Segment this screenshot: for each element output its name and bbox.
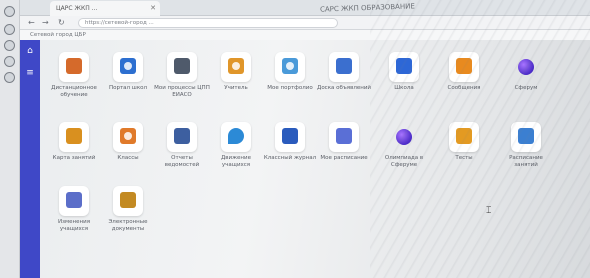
tile-school-portal[interactable]: Портал школ — [98, 52, 158, 114]
reload-icon[interactable]: ↻ — [58, 18, 65, 27]
tile-olympiad-sferum[interactable]: Олимпиада в Сферуме — [374, 122, 434, 184]
group-icon — [113, 122, 143, 152]
mouse-cursor-icon: ⌶ — [486, 206, 492, 216]
tile-lesson-schedule[interactable]: Расписание занятий — [496, 122, 556, 184]
tab-title: ЦАРС ЖКП ... — [56, 5, 98, 12]
tile-electronic-documents[interactable]: Электронные документы — [98, 186, 158, 248]
test-icon — [449, 122, 479, 152]
monitor-icon — [59, 52, 89, 82]
tile-label: Классный журнал — [263, 155, 317, 161]
tile-label: Электронные документы — [108, 219, 148, 232]
tile-label: Школа — [394, 85, 414, 91]
tile-student-changes[interactable]: Изменения учащихся — [44, 186, 104, 248]
tile-label: Сообщения — [447, 85, 481, 91]
tile-student-movement[interactable]: Движение учащихся — [206, 122, 266, 184]
tile-distance-learning[interactable]: Дистанционное обучение — [44, 52, 104, 114]
desktop-icon — [389, 52, 419, 82]
browser-tab[interactable]: ЦАРС ЖКП ... ✕ — [50, 1, 160, 16]
tile-class-map[interactable]: Карта занятий — [44, 122, 104, 184]
tile-sferum[interactable]: Сферум — [496, 52, 556, 114]
tile-bulletin-board[interactable]: Доска объявлений — [314, 52, 374, 114]
tile-label: Сферум — [514, 85, 538, 91]
tile-tests[interactable]: Тесты — [434, 122, 494, 184]
message-icon — [449, 52, 479, 82]
laptop-icon — [167, 52, 197, 82]
megaphone-icon — [329, 52, 359, 82]
location-pin-icon — [221, 122, 251, 152]
document-icon — [113, 186, 143, 216]
tile-label: Мое портфолио — [267, 85, 313, 91]
tile-label: Движение учащихся — [220, 155, 251, 168]
tile-label: Расписание занятий — [509, 155, 543, 168]
app-icon[interactable] — [4, 40, 15, 51]
tile-my-schedule[interactable]: Мое расписание — [314, 122, 374, 184]
teacher-icon — [221, 52, 251, 82]
back-icon[interactable]: ← — [28, 18, 35, 27]
tile-label: Олимпиада в Сферуме — [384, 155, 424, 168]
tile-label: Отчеты ведомостей — [164, 155, 200, 168]
tile-class-journal[interactable]: Классный журнал — [260, 122, 320, 184]
journal-icon — [275, 122, 305, 152]
tile-label: Изменения учащихся — [57, 219, 91, 232]
settings-icon[interactable] — [4, 56, 15, 67]
sferum-orb-icon — [511, 52, 541, 82]
tile-label: Карта занятий — [52, 155, 96, 161]
address-bar[interactable]: https://сетевой-город ... — [78, 18, 338, 28]
tile-school[interactable]: Школа — [374, 52, 434, 114]
chart-icon — [59, 186, 89, 216]
os-taskbar — [0, 0, 20, 278]
tile-label: Мои процессы ЦПП ЕИАСО — [154, 85, 210, 98]
tile-classes[interactable]: Классы — [98, 122, 158, 184]
user-icon[interactable] — [4, 6, 15, 17]
tile-teacher[interactable]: Учитель — [206, 52, 266, 114]
browser-tab-bar: ЦАРС ЖКП ... ✕ САРС ЖКП ОБРАЗОВАНИЕ — [20, 0, 590, 16]
folder-icon[interactable] — [4, 72, 15, 83]
forward-icon[interactable]: → — [42, 18, 49, 27]
bookmarks-bar[interactable]: Сетевой город ЦБР — [20, 30, 590, 40]
sferum-orb-icon — [389, 122, 419, 152]
desktop-screen: ЦАРС ЖКП ... ✕ САРС ЖКП ОБРАЗОВАНИЕ ← → … — [0, 0, 590, 278]
tile-reports[interactable]: Отчеты ведомостей — [152, 122, 212, 184]
close-icon[interactable]: ✕ — [150, 4, 156, 12]
portfolio-icon — [275, 52, 305, 82]
tile-portfolio[interactable]: Мое портфолио — [260, 52, 320, 114]
tile-my-processes[interactable]: Мои процессы ЦПП ЕИАСО — [152, 52, 212, 114]
menu-icon[interactable]: ≡ — [25, 68, 35, 78]
tile-label: Классы — [117, 155, 139, 161]
tile-label: Доска объявлений — [317, 85, 371, 91]
clock-icon[interactable] — [4, 24, 15, 35]
calendar-icon — [329, 122, 359, 152]
book-icon — [167, 122, 197, 152]
tile-messages[interactable]: Сообщения — [434, 52, 494, 114]
tile-label: Мое расписание — [320, 155, 368, 161]
app-sidebar: ⌂ ≡ — [20, 40, 40, 278]
tile-label: Тесты — [455, 155, 473, 161]
tile-label: Портал школ — [108, 85, 148, 91]
school-icon — [113, 52, 143, 82]
hierarchy-icon — [59, 122, 89, 152]
tile-label: Дистанционное обучение — [51, 85, 97, 98]
schedule-icon — [511, 122, 541, 152]
tile-label: Учитель — [224, 85, 248, 91]
home-icon[interactable]: ⌂ — [25, 46, 35, 56]
window-title: САРС ЖКП ОБРАЗОВАНИЕ — [319, 2, 415, 14]
browser-toolbar: ← → ↻ https://сетевой-город ... — [20, 16, 590, 30]
